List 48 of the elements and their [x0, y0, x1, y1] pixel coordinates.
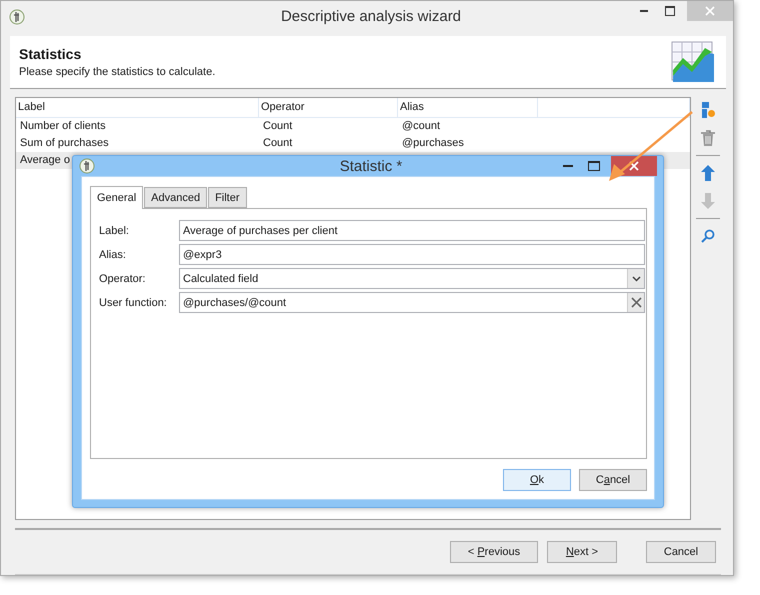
wizard-button[interactable]: Next >: [547, 541, 617, 564]
chevron-down-icon: [632, 276, 640, 282]
input-field[interactable]: @expr3: [179, 244, 645, 265]
maximize-icon: [665, 6, 675, 16]
input-field[interactable]: @purchases/@count: [179, 292, 645, 313]
column-header[interactable]: Alias: [398, 98, 538, 117]
down-arrow-icon: [700, 192, 716, 210]
dropdown-field[interactable]: Calculated field: [179, 268, 645, 289]
table-cell: Average o: [20, 154, 70, 166]
trash-icon: [700, 128, 716, 147]
app-icon: [9, 8, 25, 25]
dialog-button[interactable]: Cancel: [579, 469, 647, 491]
input-field[interactable]: Average of purchases per client: [179, 220, 645, 241]
dialog-button[interactable]: Ok: [503, 469, 571, 491]
clear-icon: [630, 297, 642, 308]
tab[interactable]: General: [90, 186, 144, 209]
field-label: Alias:: [99, 248, 127, 260]
wizard-button[interactable]: Cancel: [646, 541, 716, 564]
tab[interactable]: Filter: [208, 187, 247, 208]
minimize-icon: [640, 10, 648, 12]
wizard-button[interactable]: < Previous: [450, 541, 538, 564]
field-label: Operator:: [99, 272, 146, 284]
up-arrow-icon: [700, 164, 716, 182]
app-icon: [79, 158, 95, 174]
column-header[interactable]: Operator: [259, 98, 398, 117]
field-label: Label:: [99, 224, 130, 236]
field-label: User function:: [99, 296, 168, 308]
tab[interactable]: Advanced: [144, 187, 208, 208]
table-cell: Sum of purchases: [20, 137, 109, 150]
clear-button[interactable]: [627, 293, 644, 312]
dialog-title: Statistic *: [340, 158, 402, 174]
dropdown-button[interactable]: [627, 269, 644, 288]
page-title: Statistics: [19, 46, 82, 62]
search-icon: [701, 228, 715, 243]
table-cell: @purchases: [402, 137, 464, 150]
add-document-icon: [700, 100, 716, 119]
close-icon: [705, 6, 715, 16]
minimize-icon: [563, 165, 573, 167]
table-cell: @count: [402, 120, 440, 132]
column-header[interactable]: Label: [16, 98, 259, 117]
maximize-icon: [588, 161, 600, 171]
table-cell: Number of clients: [20, 120, 106, 132]
window-title: Descriptive analysis wizard: [280, 8, 462, 26]
page-subtitle: Please specify the statistics to calculate.: [19, 66, 216, 78]
table-cell: Count: [263, 137, 292, 150]
close-icon: [629, 161, 639, 171]
chart-grid-icon: [670, 40, 716, 84]
table-cell: Count: [263, 120, 292, 132]
